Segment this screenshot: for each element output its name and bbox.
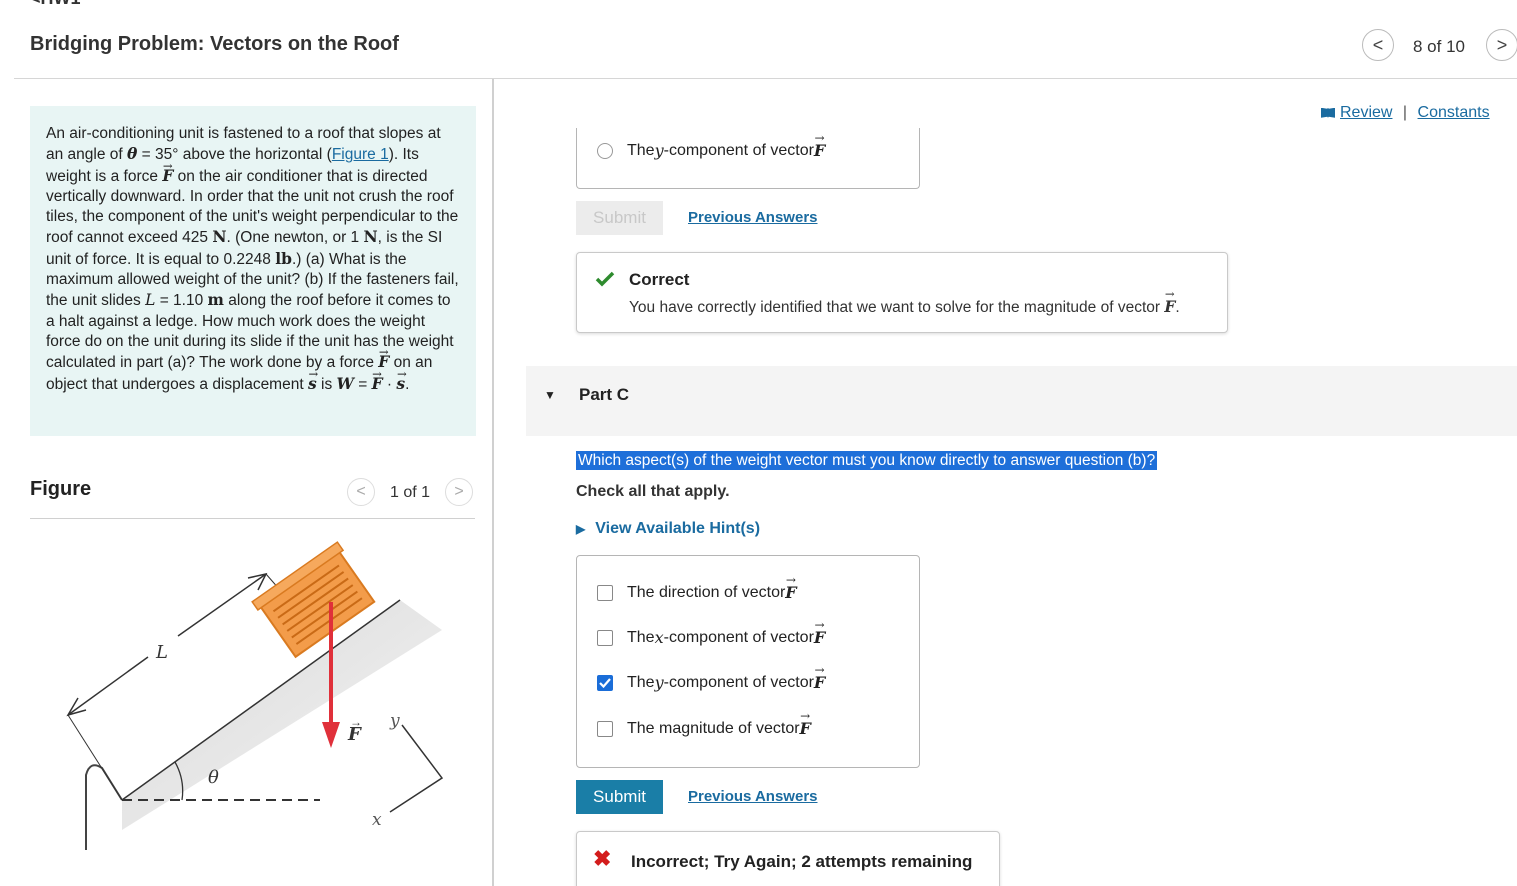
prev-item-button[interactable]: < <box>1362 29 1394 61</box>
weight-arrowhead <box>322 722 340 748</box>
book-icon <box>1321 107 1335 118</box>
part-c-submit-button[interactable]: Submit <box>576 780 663 814</box>
figure-heading: Figure <box>30 478 92 500</box>
coordinate-axes <box>389 724 444 813</box>
assignment-back-link[interactable]: <HW1 <box>30 0 81 9</box>
part-b-option[interactable]: The y-component of vector F <box>597 131 825 160</box>
radio-button[interactable] <box>597 142 613 159</box>
part-c-option[interactable]: The direction of vector F <box>597 573 797 602</box>
part-c-header[interactable]: ▼ Part C <box>526 366 1517 436</box>
theta-label: θ <box>208 767 219 788</box>
part-b-previous-answers-link[interactable]: Previous Answers <box>688 209 818 226</box>
part-c-option[interactable]: The y-component of vector F <box>597 663 825 692</box>
checkbox-checked[interactable] <box>597 674 613 691</box>
header-divider <box>14 78 1517 79</box>
length-arrow-lower <box>67 656 149 716</box>
problem-statement: An air-conditioning unit is fastened to … <box>30 106 476 436</box>
part-b-feedback-correct: Correct You have correctly identified th… <box>576 252 1228 333</box>
part-c-option[interactable]: The magnitude of vector F <box>597 709 811 738</box>
constants-link[interactable]: Constants <box>1418 104 1490 121</box>
item-pager: 8 of 10 <box>1413 37 1465 56</box>
x-mark-icon: ✖ <box>593 846 612 871</box>
incorrect-feedback-text: Incorrect; Try Again; 2 attempts remaini… <box>631 852 973 871</box>
chevron-right-icon: > <box>1496 34 1508 55</box>
vector-arrow-glyph: → <box>350 715 362 729</box>
part-c-previous-answers-link[interactable]: Previous Answers <box>688 788 818 805</box>
review-link[interactable]: Review <box>1340 104 1392 121</box>
figure-link[interactable]: Figure 1 <box>332 146 389 163</box>
part-c-title: Part C <box>579 385 630 404</box>
y-axis-label: y <box>389 711 400 731</box>
figure-next-button[interactable]: > <box>445 478 473 506</box>
extension-line-left <box>67 714 123 801</box>
part-b-submit-button[interactable]: Submit <box>576 201 663 235</box>
feedback-text: You have correctly identified that we wa… <box>629 287 1180 317</box>
part-c-question: Which aspect(s) of the weight vector mus… <box>576 451 1158 470</box>
roof-figure: θ L F → y x <box>66 541 444 850</box>
checkbox[interactable] <box>597 629 613 646</box>
figure-divider <box>30 518 475 519</box>
checkbox[interactable] <box>597 584 613 601</box>
length-arrow-upper <box>177 573 267 637</box>
part-c-feedback-incorrect: ✖ Incorrect; Try Again; 2 attempts remai… <box>576 831 1000 886</box>
part-c-instruction: Check all that apply. <box>576 483 730 500</box>
view-hints-toggle[interactable]: ▶ View Available Hint(s) <box>576 520 760 538</box>
checkbox[interactable] <box>597 720 613 737</box>
caret-down-icon: ▼ <box>544 388 556 402</box>
figure-prev-button[interactable]: < <box>347 478 375 506</box>
caret-right-icon: ▶ <box>576 522 586 536</box>
column-divider <box>492 79 494 886</box>
page-title: Bridging Problem: Vectors on the Roof <box>30 33 399 55</box>
part-c-option[interactable]: The x-component of vector F <box>597 618 825 647</box>
next-item-button[interactable]: > <box>1486 29 1517 61</box>
chevron-left-icon: < <box>1372 34 1384 55</box>
chevron-left-icon: < <box>356 483 366 500</box>
review-constants-links: Review | Constants <box>1321 104 1490 122</box>
part-b-options: The y-component of vector F <box>576 128 920 189</box>
check-icon <box>599 677 611 688</box>
ledge <box>85 764 123 850</box>
length-label: L <box>155 642 168 663</box>
roof-line <box>121 599 401 801</box>
feedback-title: Correct <box>629 270 690 289</box>
checkmark-icon <box>595 271 615 287</box>
links-separator: | <box>1402 104 1408 121</box>
x-axis-label: x <box>372 810 382 830</box>
chevron-right-icon: > <box>454 483 464 500</box>
part-c-options: The direction of vector F The x-componen… <box>576 555 920 768</box>
figure-pager: 1 of 1 <box>390 484 431 501</box>
